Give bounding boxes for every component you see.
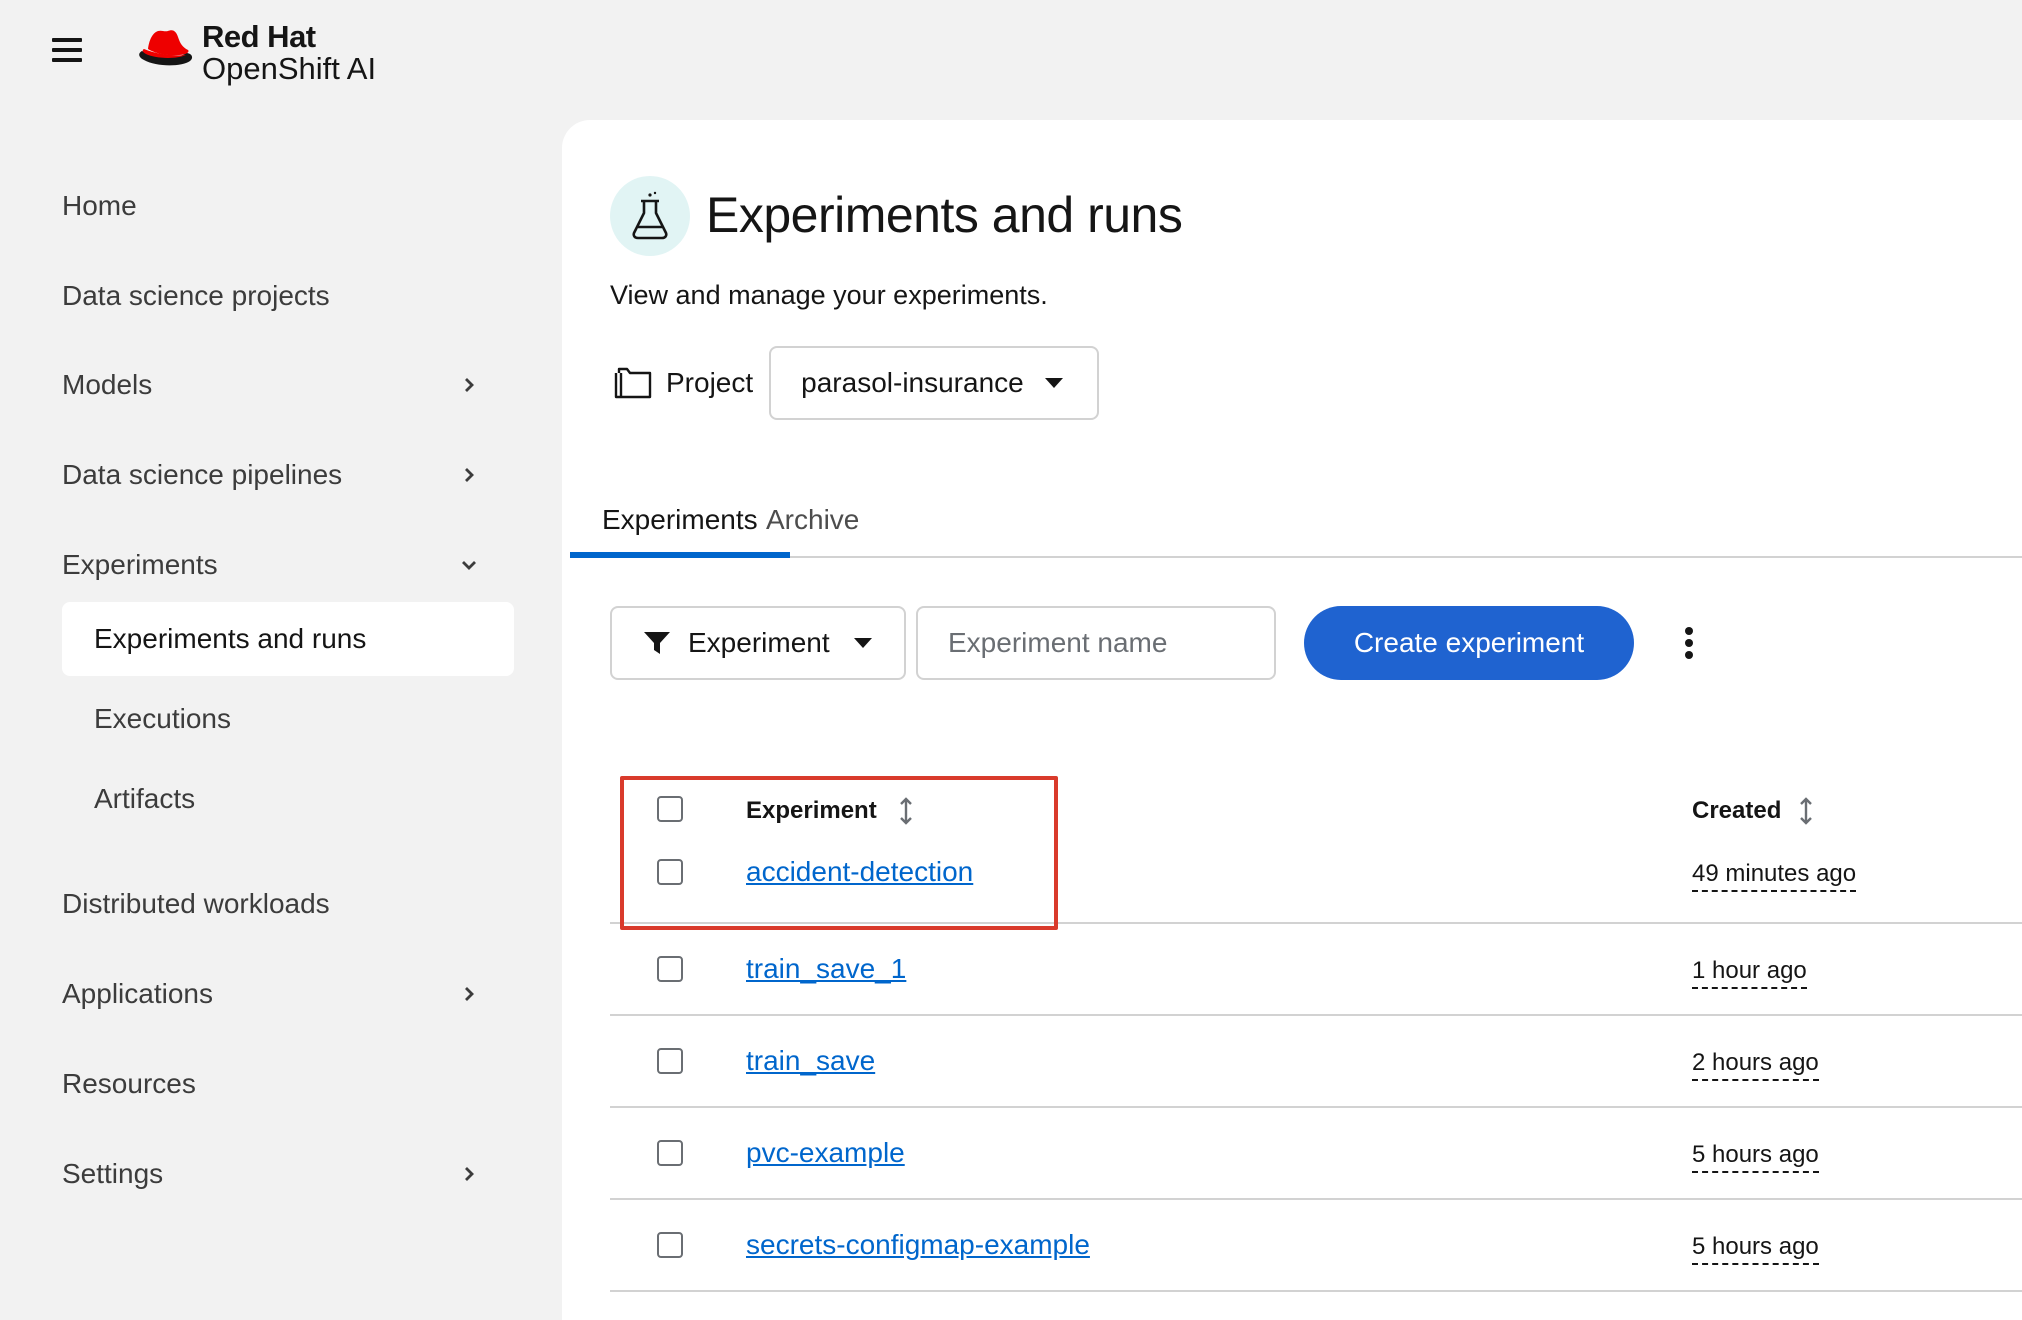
experiment-link[interactable]: accident-detection bbox=[746, 856, 973, 888]
column-header-experiment[interactable]: Experiment bbox=[746, 797, 877, 825]
sidebar-item-data-science-projects[interactable]: Data science projects bbox=[62, 266, 482, 326]
created-timestamp: 5 hours ago bbox=[1692, 1233, 1819, 1265]
experiment-name-search-input[interactable] bbox=[916, 606, 1276, 680]
filter-type-label: Experiment bbox=[688, 627, 830, 658]
sidebar-item-label: Distributed workloads bbox=[62, 888, 330, 919]
row-checkbox[interactable] bbox=[657, 956, 683, 982]
masthead: Red Hat OpenShift AI bbox=[0, 0, 2022, 110]
caret-down-icon bbox=[854, 638, 872, 648]
experiment-link[interactable]: secrets-configmap-example bbox=[746, 1229, 1090, 1261]
sidebar-item-label: Resources bbox=[62, 1068, 196, 1099]
chevron-right-icon bbox=[458, 464, 480, 486]
red-hat-logo-icon bbox=[139, 30, 193, 66]
tab-label: Archive bbox=[766, 504, 860, 535]
table-row: train_save_1 1 hour ago bbox=[610, 924, 2022, 1016]
sidebar-item-data-science-pipelines[interactable]: Data science pipelines bbox=[62, 445, 482, 505]
sidebar-nav: Home Data science projects Models Data s… bbox=[0, 110, 562, 1320]
tabs: Experiments Archive bbox=[570, 482, 2022, 558]
sidebar-item-resources[interactable]: Resources bbox=[62, 1054, 482, 1114]
sidebar-item-home[interactable]: Home bbox=[62, 176, 482, 236]
flask-icon bbox=[610, 176, 690, 256]
sidebar-subitem-artifacts[interactable]: Artifacts bbox=[62, 762, 514, 836]
sidebar-item-label: Data science pipelines bbox=[62, 459, 343, 490]
table-row: accident-detection 49 minutes ago bbox=[610, 842, 2022, 924]
table-header: Experiment Created bbox=[610, 780, 2022, 842]
table-row: secrets-configmap-example 5 hours ago bbox=[610, 1200, 2022, 1292]
sidebar-item-label: Experiments bbox=[62, 549, 218, 580]
sidebar-item-label: Experiments and runs bbox=[94, 623, 367, 654]
brand-name: Red Hat bbox=[202, 18, 316, 54]
row-checkbox[interactable] bbox=[657, 1232, 683, 1258]
active-tab-indicator bbox=[570, 552, 790, 558]
page-description: View and manage your experiments. bbox=[610, 280, 1048, 310]
column-header-created[interactable]: Created bbox=[1692, 797, 1781, 825]
created-timestamp: 2 hours ago bbox=[1692, 1049, 1819, 1081]
sidebar-item-experiments[interactable]: Experiments bbox=[62, 535, 482, 595]
experiment-link[interactable]: pvc-example bbox=[746, 1137, 905, 1169]
created-timestamp: 1 hour ago bbox=[1692, 957, 1807, 989]
sidebar-item-label: Executions bbox=[94, 703, 231, 734]
sidebar-item-label: Models bbox=[62, 369, 153, 400]
filter-type-dropdown[interactable]: Experiment bbox=[610, 606, 906, 680]
project-selector-row: Project parasol-insurance bbox=[614, 346, 1100, 420]
experiment-link[interactable]: train_save bbox=[746, 1045, 875, 1077]
project-label: Project bbox=[666, 367, 754, 398]
sidebar-item-label: Settings bbox=[62, 1158, 164, 1189]
sidebar-item-label: Applications bbox=[62, 978, 213, 1009]
table-row: train_save 2 hours ago bbox=[610, 1016, 2022, 1108]
row-checkbox[interactable] bbox=[657, 859, 683, 885]
chevron-down-icon bbox=[458, 554, 480, 576]
product-name: OpenShift AI bbox=[202, 50, 377, 86]
tab-archive[interactable]: Archive bbox=[766, 482, 859, 558]
sidebar-item-label: Data science projects bbox=[62, 280, 330, 311]
project-dropdown[interactable]: parasol-insurance bbox=[769, 346, 1100, 420]
chevron-right-icon bbox=[458, 374, 480, 396]
hamburger-menu-icon[interactable] bbox=[52, 38, 82, 64]
main-content: Experiments and runs View and manage you… bbox=[562, 120, 2022, 1320]
row-checkbox[interactable] bbox=[657, 1140, 683, 1166]
sidebar-subitem-executions[interactable]: Executions bbox=[62, 682, 514, 756]
tab-experiments[interactable]: Experiments bbox=[602, 482, 758, 558]
table-row: pvc-example 5 hours ago bbox=[610, 1108, 2022, 1200]
kebab-menu-icon[interactable] bbox=[1674, 620, 1704, 666]
tab-label: Experiments bbox=[602, 504, 758, 535]
sort-icon[interactable] bbox=[896, 796, 916, 826]
chevron-right-icon bbox=[458, 983, 480, 1005]
chevron-right-icon bbox=[458, 1163, 480, 1185]
sidebar-item-models[interactable]: Models bbox=[62, 355, 482, 415]
filter-icon bbox=[642, 628, 672, 658]
sidebar-item-applications[interactable]: Applications bbox=[62, 964, 482, 1024]
sidebar-item-settings[interactable]: Settings bbox=[62, 1144, 482, 1204]
create-experiment-button[interactable]: Create experiment bbox=[1304, 606, 1634, 680]
created-timestamp: 49 minutes ago bbox=[1692, 860, 1857, 892]
logo[interactable]: Red Hat OpenShift AI bbox=[136, 14, 376, 90]
sidebar-item-distributed-workloads[interactable]: Distributed workloads bbox=[62, 874, 482, 934]
page-title: Experiments and runs bbox=[706, 187, 1183, 243]
sidebar-item-label: Home bbox=[62, 190, 137, 221]
project-dropdown-value: parasol-insurance bbox=[801, 367, 1024, 398]
folder-icon bbox=[614, 367, 652, 399]
select-all-checkbox[interactable] bbox=[657, 796, 683, 822]
caret-down-icon bbox=[1045, 378, 1064, 388]
sort-icon[interactable] bbox=[1796, 796, 1816, 826]
sidebar-item-label: Artifacts bbox=[94, 783, 196, 814]
toolbar: Experiment Create experiment bbox=[610, 606, 1810, 680]
sidebar-subitem-experiments-and-runs[interactable]: Experiments and runs bbox=[62, 602, 514, 676]
experiment-link[interactable]: train_save_1 bbox=[746, 953, 906, 985]
row-checkbox[interactable] bbox=[657, 1048, 683, 1074]
created-timestamp: 5 hours ago bbox=[1692, 1141, 1819, 1173]
